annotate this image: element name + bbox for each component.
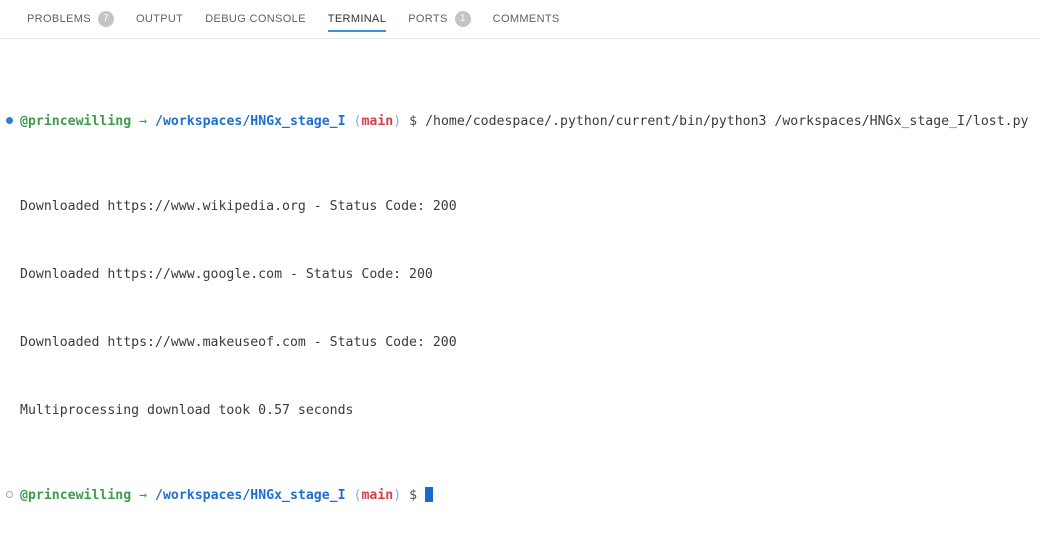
prompt-git-branch: main (361, 114, 394, 129)
prompt-paren-close: ) (393, 488, 402, 503)
prompt-status-bullet-icon (6, 113, 20, 130)
prompt-path: /workspaces/HNGx_stage_I (155, 114, 346, 129)
tab-debug-console-label: DEBUG CONSOLE (205, 13, 306, 25)
tab-output[interactable]: OUTPUT (125, 0, 194, 38)
prompt-arrow-icon: → (139, 114, 148, 129)
tab-debug-console[interactable]: DEBUG CONSOLE (194, 0, 317, 38)
terminal-text-cursor[interactable] (425, 487, 434, 502)
prompt-user: @princewilling (20, 488, 132, 503)
tab-ports-label: PORTS (408, 13, 448, 25)
tab-problems[interactable]: PROBLEMS 7 (16, 0, 125, 38)
prompt-user: @princewilling (20, 114, 132, 129)
terminal-output-line: Multiprocessing download took 0.57 secon… (0, 402, 1039, 419)
terminal-output-text: Downloaded https://www.google.com - Stat… (20, 267, 433, 282)
tab-problems-label: PROBLEMS (27, 13, 91, 25)
terminal-output-text: Multiprocessing download took 0.57 secon… (20, 403, 354, 418)
prompt-arrow-icon: → (139, 488, 148, 503)
terminal-output-line: Downloaded https://www.google.com - Stat… (0, 266, 1039, 283)
tab-terminal-label: TERMINAL (327, 13, 387, 25)
tab-active-underline (327, 30, 387, 32)
terminal-output-text: Downloaded https://www.makeuseof.com - S… (20, 335, 457, 350)
prompt-status-bullet-idle-icon (6, 487, 20, 504)
tab-terminal[interactable]: TERMINAL (317, 0, 397, 38)
prompt-dollar-sign: $ (409, 488, 418, 503)
prompt-paren-close: ) (393, 114, 402, 129)
prompt-git-branch: main (361, 488, 394, 503)
tab-output-label: OUTPUT (135, 13, 184, 25)
tab-ports-badge: 1 (454, 11, 471, 27)
panel-tabbar: PROBLEMS 7 OUTPUT DEBUG CONSOLE TERMINAL… (0, 0, 1039, 39)
terminal-output-line: Downloaded https://www.makeuseof.com - S… (0, 334, 1039, 351)
tab-problems-badge: 7 (97, 11, 114, 27)
terminal-panel: PROBLEMS 7 OUTPUT DEBUG CONSOLE TERMINAL… (0, 0, 1039, 547)
terminal-prompt-line-active: @princewilling → /workspaces/HNGx_stage_… (0, 487, 1039, 504)
tab-comments-label: COMMENTS (492, 13, 560, 25)
tab-comments[interactable]: COMMENTS (482, 0, 571, 38)
terminal-prompt-line-executed: @princewilling → /workspaces/HNGx_stage_… (0, 113, 1039, 130)
terminal-output-text: Downloaded https://www.wikipedia.org - S… (20, 199, 457, 214)
tab-ports[interactable]: PORTS 1 (397, 0, 481, 38)
prompt-dollar-sign: $ (409, 114, 418, 129)
terminal-command-text: /home/codespace/.python/current/bin/pyth… (425, 114, 1029, 129)
terminal-output-area[interactable]: @princewilling → /workspaces/HNGx_stage_… (0, 39, 1039, 547)
terminal-output-line: Downloaded https://www.wikipedia.org - S… (0, 198, 1039, 215)
prompt-path: /workspaces/HNGx_stage_I (155, 488, 346, 503)
